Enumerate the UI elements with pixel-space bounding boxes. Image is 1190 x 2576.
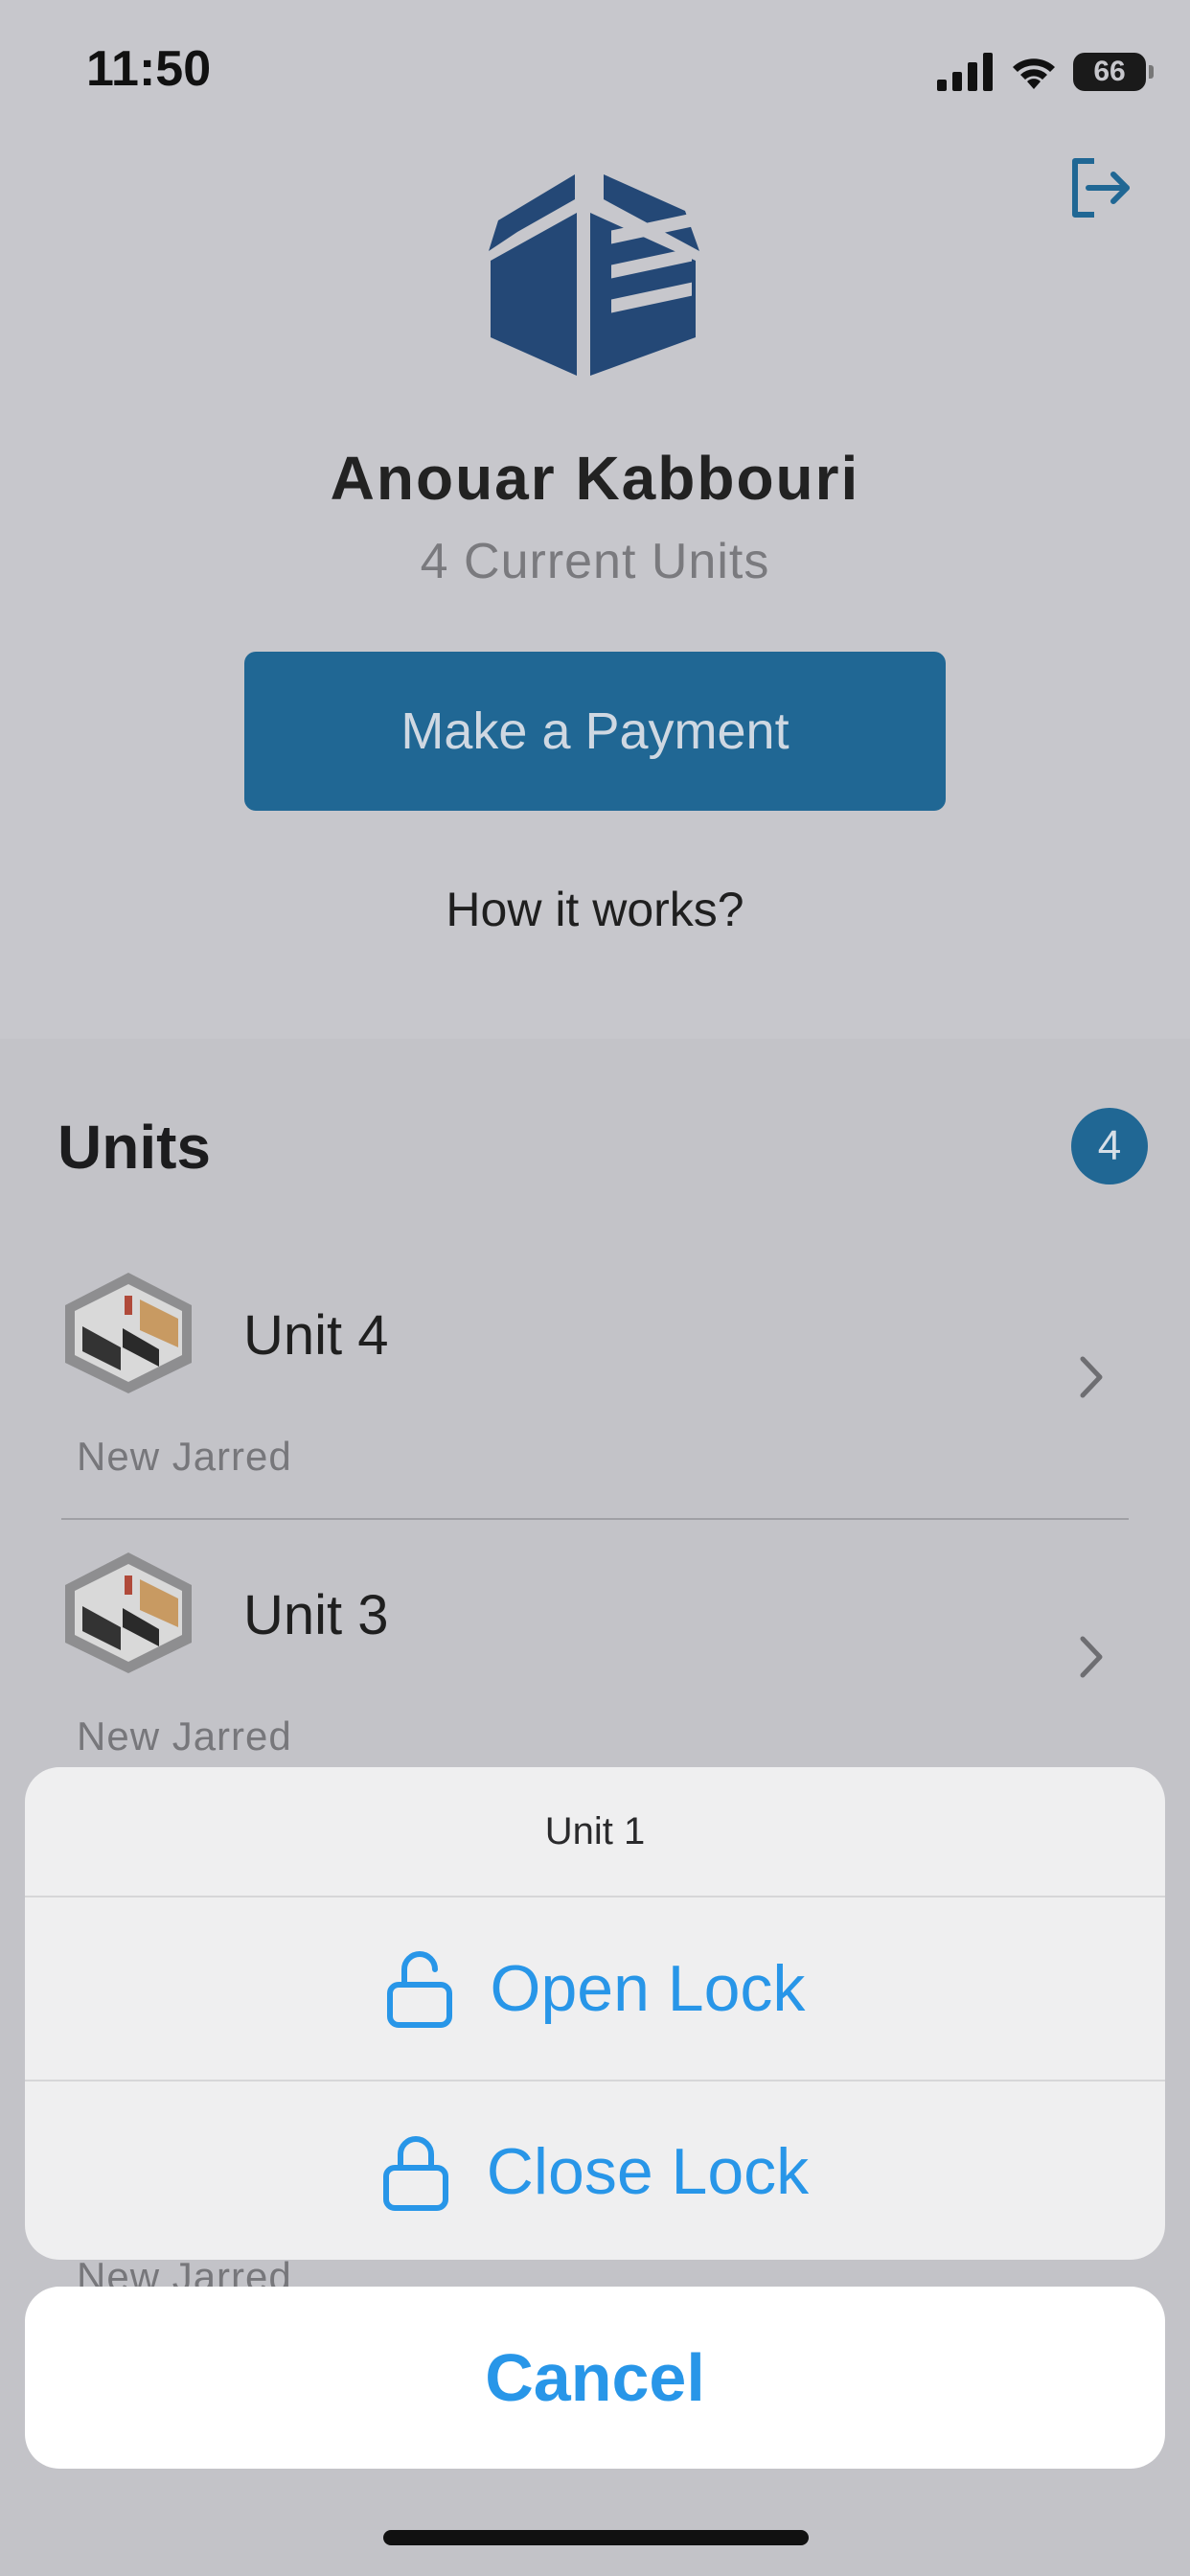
battery-icon: 66 (1073, 53, 1154, 91)
row-divider (61, 1518, 1129, 1520)
storage-unit-thumbnail (65, 1552, 192, 1673)
unit-name: Unit 4 (243, 1304, 389, 1367)
home-indicator[interactable] (383, 2530, 809, 2545)
status-bar: 11:50 66 (0, 0, 1190, 144)
lock-icon (382, 2136, 448, 2211)
unit-row[interactable]: Unit 4 New Jarred (0, 1242, 1190, 1520)
units-count-badge: 4 (1071, 1108, 1148, 1184)
storage-unit-thumbnail (65, 1273, 192, 1393)
how-it-works-link[interactable]: How it works? (0, 882, 1190, 937)
chevron-right-icon (1080, 1636, 1103, 1678)
open-lock-button[interactable]: Open Lock (25, 1898, 1165, 2080)
unit-location: New Jarred (77, 1714, 292, 1759)
current-units-count: 4 Current Units (420, 534, 770, 589)
wifi-icon (1013, 58, 1055, 89)
storage-box-logo (489, 174, 699, 376)
user-name: Anouar Kabbouri (330, 444, 860, 513)
action-sheet-title: Unit 1 (25, 1767, 1165, 1898)
signal-icon (937, 53, 993, 91)
unit-row[interactable]: Unit 3 New Jarred (0, 1522, 1190, 1800)
logout-icon[interactable] (1065, 153, 1134, 222)
status-time: 11:50 (86, 41, 212, 97)
chevron-right-icon (1080, 1356, 1103, 1398)
unit-name: Unit 3 (243, 1584, 389, 1646)
unit-location: New Jarred (77, 1434, 292, 1479)
lock-action-sheet: Unit 1 Open Lock Close Lock (25, 1767, 1165, 2260)
unlock-icon (386, 1951, 452, 2028)
make-payment-button[interactable]: Make a Payment (244, 652, 946, 811)
status-icons: 66 (937, 48, 1154, 96)
cancel-button[interactable]: Cancel (25, 2287, 1165, 2469)
profile-header: 11:50 66 Anouar Kabbouri 4 Current Units… (0, 0, 1190, 1039)
close-lock-label: Close Lock (486, 2135, 810, 2208)
units-title: Units (57, 1113, 211, 1182)
close-lock-button[interactable]: Close Lock (25, 2080, 1165, 2260)
battery-level: 66 (1093, 56, 1126, 87)
open-lock-label: Open Lock (490, 1952, 806, 2025)
